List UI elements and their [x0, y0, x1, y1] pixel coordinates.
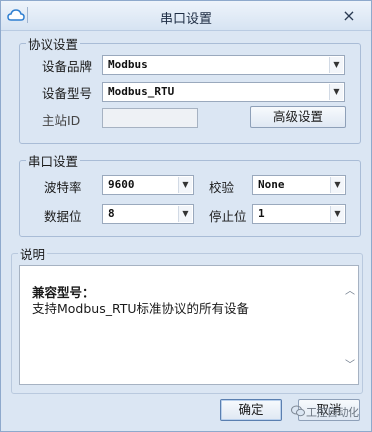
device-model-label: 设备型号: [42, 86, 93, 101]
parity-label: 校验: [209, 180, 235, 195]
advanced-settings-button[interactable]: 高级设置: [250, 106, 346, 128]
master-id-label: 主站ID: [42, 113, 81, 128]
watermark-text: 工控自动化: [306, 406, 359, 419]
device-brand-select[interactable]: Modbus ▼: [102, 55, 345, 75]
stop-bits-value: 1: [258, 207, 265, 220]
parity-select[interactable]: None ▼: [252, 175, 346, 195]
baud-rate-label: 波特率: [44, 180, 82, 195]
description-textarea[interactable]: 兼容型号： 支持Modbus_RTU标准协议的所有设备 ︿ ﹀: [19, 265, 359, 385]
ok-button[interactable]: 确定: [220, 399, 282, 421]
close-button[interactable]: ×: [338, 7, 360, 25]
chevron-down-icon[interactable]: ▼: [330, 177, 344, 193]
compat-text: 支持Modbus_RTU标准协议的所有设备: [32, 301, 250, 316]
scroll-up-icon[interactable]: ︿: [344, 282, 356, 297]
device-model-value: Modbus_RTU: [108, 85, 175, 98]
serial-settings-legend: 串口设置: [26, 151, 81, 170]
protocol-settings-legend: 协议设置: [26, 34, 81, 53]
master-id-field[interactable]: [102, 108, 198, 128]
data-bits-select[interactable]: 8 ▼: [102, 204, 194, 224]
serial-settings-dialog: 串口设置 × 协议设置 设备品牌 Modbus ▼ 设备型号 Modbus_RT…: [0, 0, 372, 432]
scroll-down-icon[interactable]: ﹀: [344, 356, 356, 371]
title-bar[interactable]: 串口设置 ×: [1, 1, 371, 31]
device-brand-label: 设备品牌: [42, 59, 93, 74]
chevron-down-icon[interactable]: ▼: [178, 206, 192, 222]
chevron-down-icon[interactable]: ▼: [329, 57, 343, 73]
chevron-down-icon[interactable]: ▼: [329, 84, 343, 100]
watermark: 工控自动化: [291, 402, 367, 422]
parity-value: None: [258, 178, 285, 191]
description-legend: 说明: [18, 244, 48, 263]
window-title: 串口设置: [159, 12, 212, 27]
wechat-icon: [291, 405, 305, 417]
data-bits-value: 8: [108, 207, 115, 220]
stop-bits-label: 停止位: [209, 209, 247, 224]
stop-bits-select[interactable]: 1 ▼: [252, 204, 346, 224]
device-model-select[interactable]: Modbus_RTU ▼: [102, 82, 345, 102]
device-brand-value: Modbus: [108, 58, 148, 71]
baud-rate-select[interactable]: 9600 ▼: [102, 175, 194, 195]
data-bits-label: 数据位: [44, 209, 82, 224]
chevron-down-icon[interactable]: ▼: [178, 177, 192, 193]
baud-rate-value: 9600: [108, 178, 135, 191]
chevron-down-icon[interactable]: ▼: [330, 206, 344, 222]
